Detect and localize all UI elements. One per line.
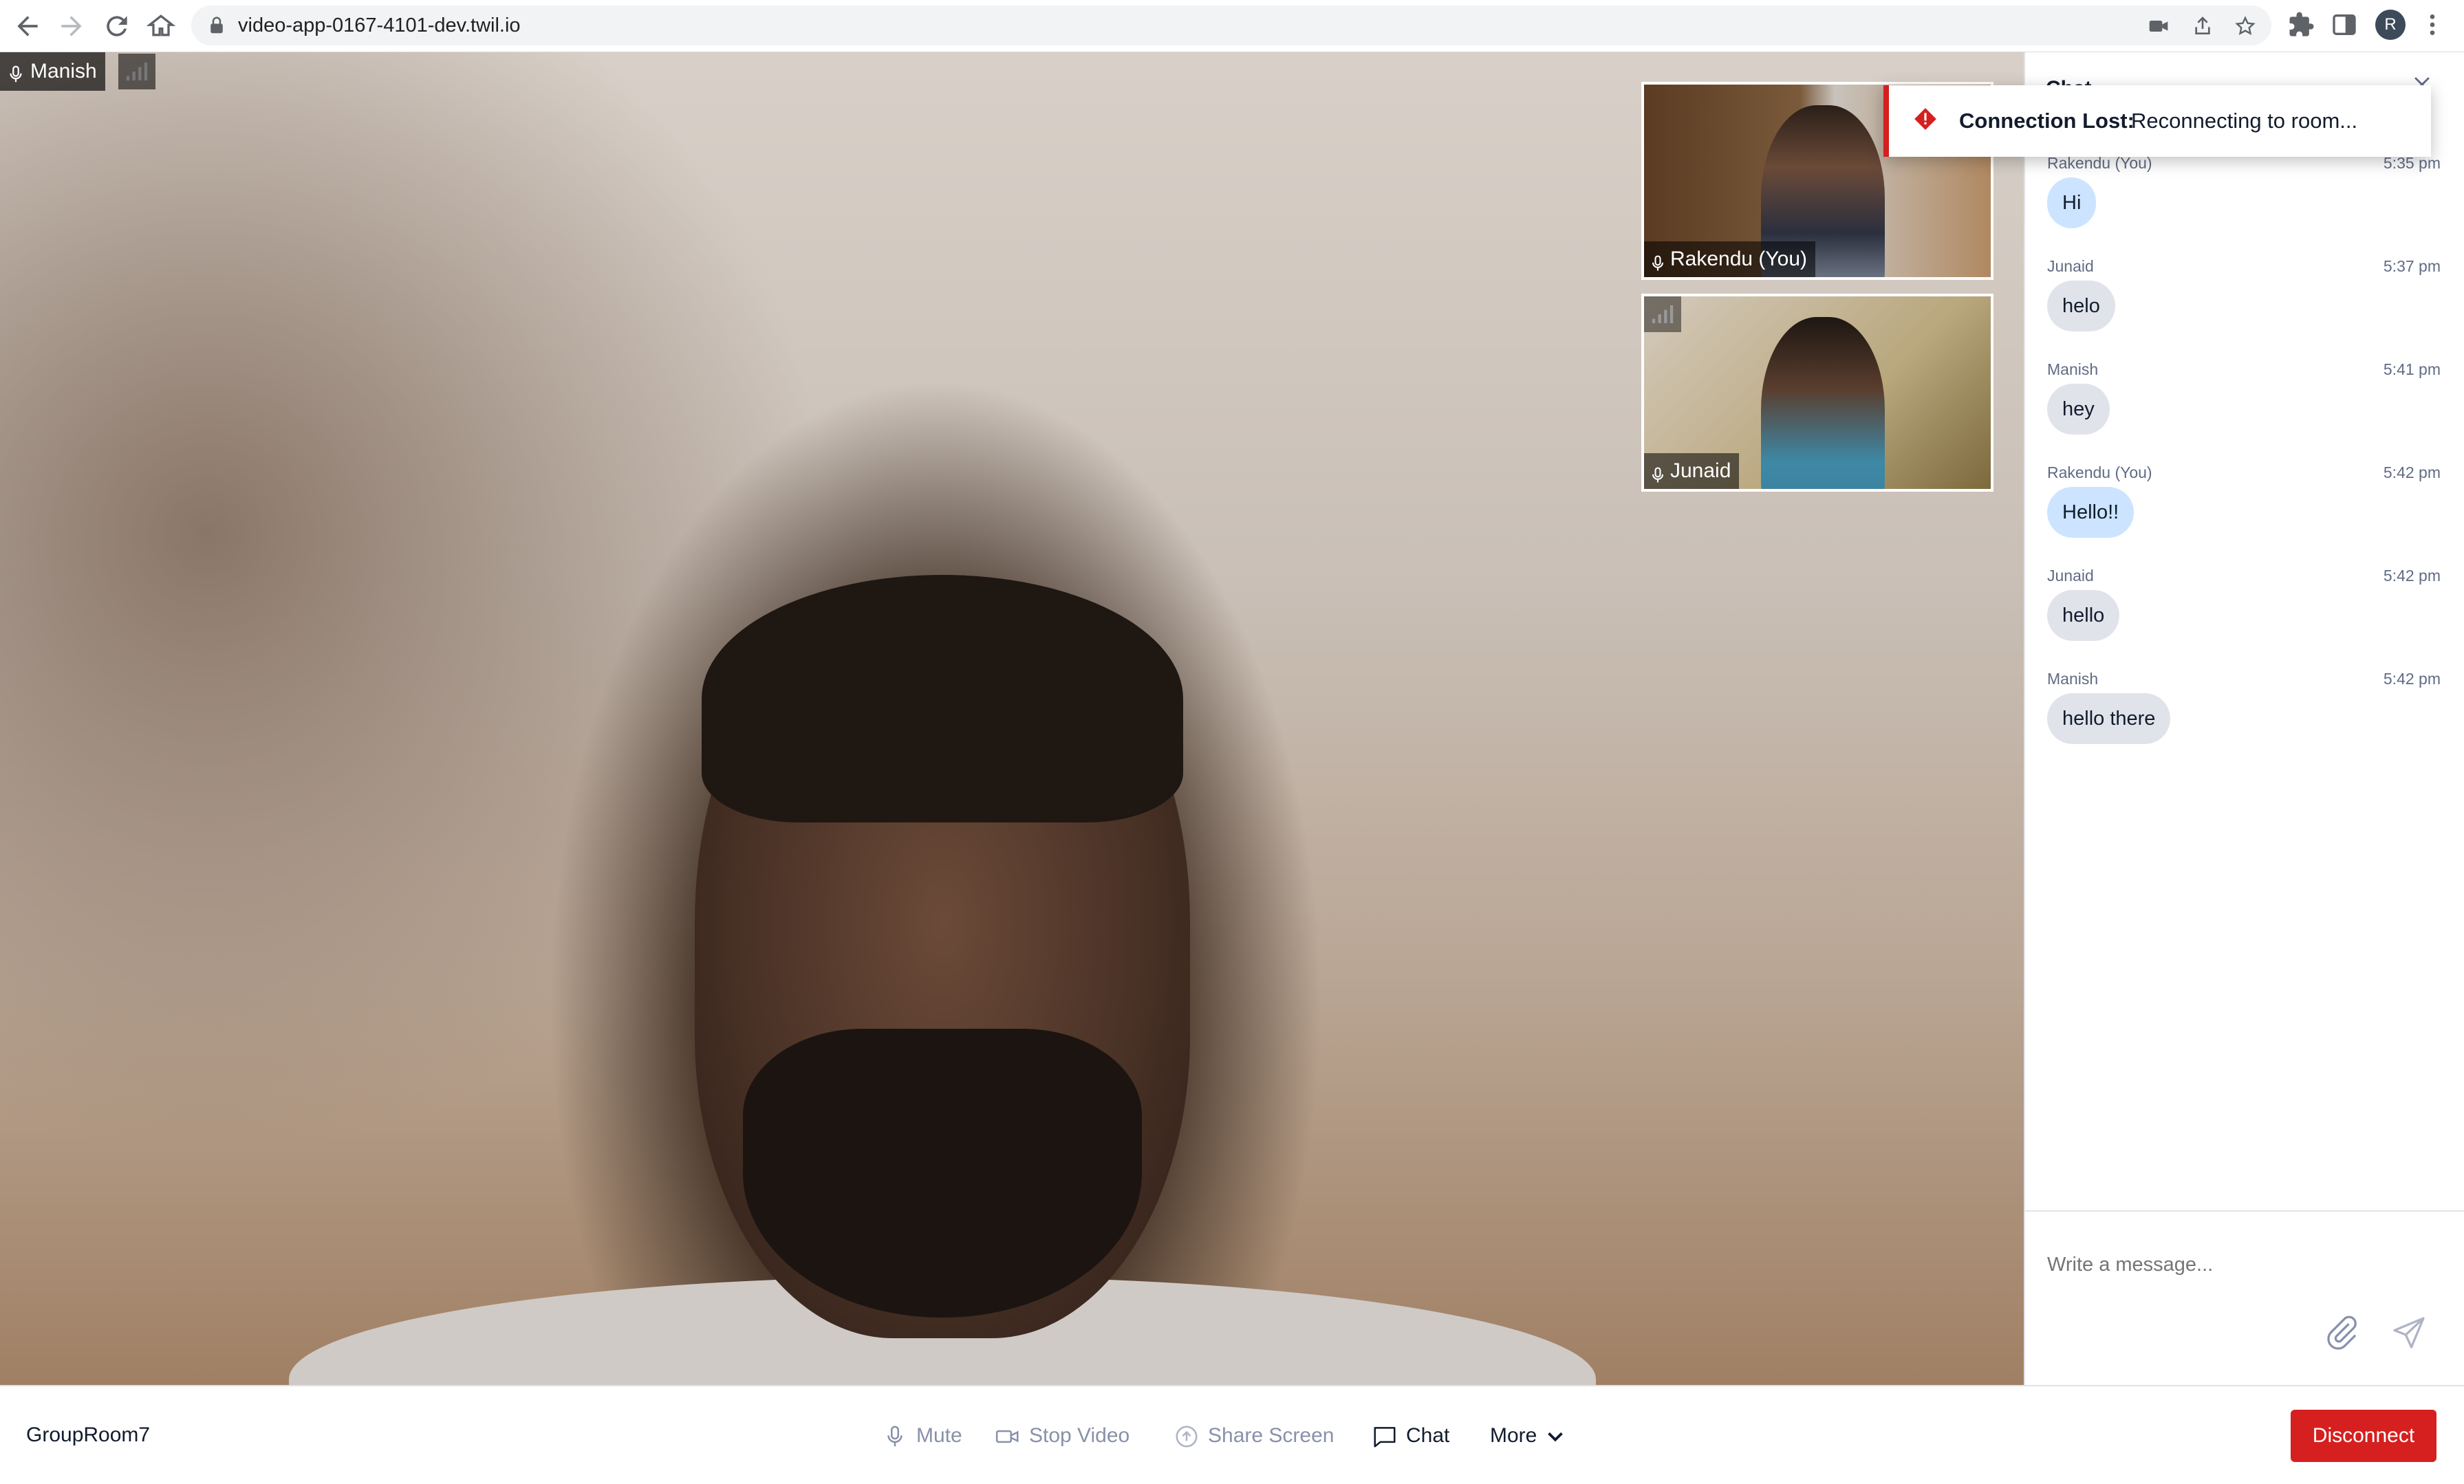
extensions-icon[interactable] xyxy=(2288,11,2315,39)
mic-icon xyxy=(6,61,26,84)
mute-label: Mute xyxy=(916,1424,962,1447)
message-input[interactable] xyxy=(2046,1249,2434,1280)
stop-video-label: Stop Video xyxy=(1029,1424,1130,1447)
more-label: More xyxy=(1490,1424,1537,1447)
room-name: GroupRoom7 xyxy=(26,1423,151,1446)
share-screen-icon xyxy=(1176,1426,1198,1448)
profile-avatar[interactable]: R xyxy=(2375,10,2406,40)
mic-icon xyxy=(887,1426,903,1447)
network-quality-icon xyxy=(1644,296,1681,332)
video-camera-icon xyxy=(995,1430,1019,1443)
chat-icon xyxy=(1374,1427,1396,1448)
message-time: 5:42 pm xyxy=(2383,670,2441,688)
participant-name: Junaid xyxy=(1670,459,1731,482)
video-content xyxy=(702,575,1183,822)
message-bubble: hello xyxy=(2047,590,2120,641)
message-time: 5:42 pm xyxy=(2383,463,2441,481)
disconnect-button[interactable]: Disconnect xyxy=(2291,1410,2436,1462)
message-author: Manish xyxy=(2047,360,2099,378)
message-time: 5:37 pm xyxy=(2383,257,2441,275)
share-icon[interactable] xyxy=(2192,15,2214,37)
video-content xyxy=(1761,317,1885,489)
message-time: 5:42 pm xyxy=(2383,567,2441,585)
reload-icon[interactable] xyxy=(102,11,132,41)
video-content xyxy=(743,1029,1142,1318)
back-icon[interactable] xyxy=(12,11,43,41)
share-screen-button[interactable]: Share Screen xyxy=(1174,1415,1334,1456)
message-time: 5:35 pm xyxy=(2383,154,2441,172)
mic-icon xyxy=(1648,461,1667,483)
chevron-down-icon xyxy=(1548,1432,1564,1442)
share-screen-label: Share Screen xyxy=(1208,1424,1334,1447)
send-icon[interactable] xyxy=(2390,1313,2428,1352)
main-participant-name: Manish xyxy=(30,60,97,83)
message-time: 5:41 pm xyxy=(2383,360,2441,378)
error-icon xyxy=(1912,106,1938,132)
chat-label: Chat xyxy=(1406,1424,1450,1447)
main-participant-label: Manish xyxy=(0,52,105,91)
participant-label: Rakendu (You) xyxy=(1644,241,1816,277)
attach-file-icon[interactable] xyxy=(2322,1313,2361,1352)
stop-video-button[interactable]: Stop Video xyxy=(995,1415,1130,1456)
url-text: video-app-0167-4101-dev.twil.io xyxy=(238,14,521,36)
mute-button[interactable]: Mute xyxy=(882,1415,962,1456)
message-author: Junaid xyxy=(2047,257,2094,275)
message-bubble: helo xyxy=(2047,281,2115,331)
toast-message: Reconnecting to room... xyxy=(2131,109,2358,133)
message-bubble: hello there xyxy=(2047,693,2171,744)
lock-icon xyxy=(206,15,227,36)
home-icon[interactable] xyxy=(146,11,176,41)
toast-title: Connection Lost: xyxy=(1959,109,2135,133)
participant-name: Rakendu (You) xyxy=(1670,248,1808,270)
message-author: Rakendu (You) xyxy=(2047,463,2152,481)
network-quality-icon xyxy=(118,54,155,89)
message-bubble: hey xyxy=(2047,384,2110,435)
camera-icon[interactable] xyxy=(2148,15,2170,37)
chat-panel: Chat Rakendu (You) 5:35 pm Hi Junaid 5:3… xyxy=(2024,52,2464,1385)
menu-icon[interactable] xyxy=(2419,11,2446,39)
star-icon[interactable] xyxy=(2234,15,2256,37)
participant-label: Junaid xyxy=(1644,453,1740,489)
controls-bar: GroupRoom7 Mute Stop Video Share Screen … xyxy=(0,1385,2464,1484)
participant-tile-junaid[interactable]: Junaid xyxy=(1641,294,1993,492)
forward-icon[interactable] xyxy=(56,11,87,41)
connection-toast: Connection Lost: Reconnecting to room... xyxy=(1883,85,2431,157)
side-panel-icon[interactable] xyxy=(2331,11,2358,39)
message-author: Manish xyxy=(2047,670,2099,688)
message-bubble: Hi xyxy=(2047,177,2097,228)
more-button[interactable]: More xyxy=(1490,1415,1568,1456)
message-bubble: Hello!! xyxy=(2047,487,2135,538)
address-bar[interactable]: video-app-0167-4101-dev.twil.io xyxy=(191,6,2271,45)
message-author: Junaid xyxy=(2047,567,2094,585)
browser-toolbar: video-app-0167-4101-dev.twil.io R xyxy=(0,0,2464,52)
mic-icon xyxy=(1648,250,1667,271)
divider xyxy=(2025,1210,2464,1212)
chat-button[interactable]: Chat xyxy=(1372,1415,1449,1456)
message-author: Rakendu (You) xyxy=(2047,154,2152,172)
